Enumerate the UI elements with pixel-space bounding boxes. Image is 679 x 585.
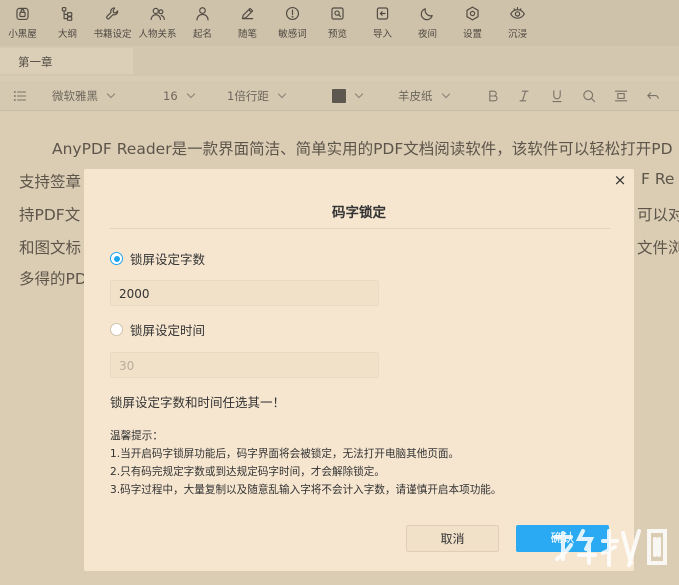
tip-item: 2.只有码完规定字数或到达规定码字时间，才会解除锁定。: [110, 466, 385, 478]
chevron-down-icon: [277, 89, 287, 99]
toolbar-item-essay[interactable]: 随笔: [225, 0, 270, 46]
toolbar-item-settings[interactable]: 设置: [450, 0, 495, 46]
radio-label: 锁屏设定时间: [130, 323, 206, 338]
doc-paragraph-line: 多得的PD: [19, 270, 87, 288]
replace-icon: [614, 90, 628, 102]
doc-paragraph-line: F Re: [641, 170, 675, 188]
toolbar-item-label: 随笔: [237, 29, 257, 40]
close-icon[interactable]: ×: [612, 172, 628, 188]
underline-button[interactable]: [549, 81, 565, 111]
text-color-select[interactable]: [332, 81, 364, 111]
line-spacing-select[interactable]: 1倍行距: [227, 81, 287, 111]
search-button[interactable]: [581, 81, 597, 111]
undo-button[interactable]: [645, 81, 661, 111]
search-icon: [583, 90, 596, 103]
bold-button[interactable]: [485, 81, 501, 111]
list-icon: [13, 91, 27, 101]
moon-icon: [420, 8, 433, 21]
tips-title: 温馨提示：: [110, 430, 163, 442]
toolbar-item-night[interactable]: 夜间: [405, 0, 450, 46]
doc-paragraph-line: AnyPDF Reader是一款界面简洁、简单实用的PDF文档阅读软件，该软件可…: [52, 140, 673, 158]
toolbar-item-label: 沉浸: [507, 29, 527, 40]
replace-button[interactable]: [613, 81, 629, 111]
word-count-input[interactable]: 2000: [110, 280, 379, 306]
doc-paragraph-line: 文件浏览: [637, 239, 679, 257]
tip-item: 3.码字过程中，大量复制以及随意乱输入字将不会计入字数，请谨慎开启本项功能。: [110, 484, 502, 496]
import-icon: [376, 7, 389, 20]
color-swatch: [332, 89, 346, 103]
pencil-icon: [241, 7, 254, 20]
tips-block: 温馨提示： 1.当开启码字锁屏功能后，码字界面将会被锁定，无法打开电脑其他页面。…: [110, 427, 501, 499]
format-bar: 微软雅黑 16 1倍行距 羊皮纸: [0, 81, 679, 111]
paper-value: 羊皮纸: [398, 89, 433, 103]
doc-paragraph-line: 和图文标: [19, 239, 82, 257]
choose-one-hint: 锁屏设定字数和时间任选其一！: [110, 395, 286, 410]
main-toolbar: 小黑屋 大纲 书籍设定 人物关系 起名 随笔 敏感词 预览 导入 夜间 设置 沉…: [0, 0, 679, 46]
toolbar-item-label: 书籍设定: [93, 29, 132, 40]
doc-paragraph-line: 支持签章: [19, 173, 82, 191]
chapter-tab[interactable]: 第一章: [0, 48, 133, 74]
time-input[interactable]: 30: [110, 352, 379, 378]
dialog-title: 码字锁定: [332, 205, 386, 221]
line-spacing-value: 1倍行距: [227, 89, 269, 103]
cancel-button[interactable]: 取消: [406, 525, 499, 552]
paper-select[interactable]: 羊皮纸: [398, 81, 450, 111]
toolbar-item-label: 预览: [327, 29, 347, 40]
alert-icon: [285, 6, 300, 21]
font-size-value: 16: [163, 89, 178, 103]
toolbar-item-naming[interactable]: 起名: [180, 0, 225, 46]
toolbar-item-label: 设置: [462, 29, 482, 40]
undo-icon: [647, 92, 659, 99]
outline-icon: [61, 6, 73, 21]
chevron-down-icon: [106, 89, 116, 99]
font-size-select[interactable]: 16: [163, 81, 195, 111]
toolbar-item-relations[interactable]: 人物关系: [135, 0, 180, 46]
radio-checked-icon[interactable]: [110, 252, 123, 265]
toolbar-item-label: 导入: [372, 29, 392, 40]
toolbar-item-label: 小黑屋: [8, 29, 37, 40]
font-family-select[interactable]: 微软雅黑: [52, 81, 116, 111]
settings-icon: [466, 6, 479, 21]
chevron-down-icon: [354, 89, 364, 99]
preview-icon: [331, 7, 344, 20]
people-icon: [150, 7, 165, 21]
radio-label: 锁屏设定字数: [130, 252, 206, 267]
toolbar-item-immersive[interactable]: 沉浸: [495, 0, 540, 46]
doc-paragraph-line: 可以对F: [637, 206, 679, 224]
toolbar-item-outline[interactable]: 大纲: [45, 0, 90, 46]
wrench-icon: [106, 7, 119, 20]
eye-icon: [510, 6, 525, 19]
italic-button[interactable]: [516, 81, 532, 111]
lock-icon: [16, 7, 29, 21]
toolbar-item-book-settings[interactable]: 书籍设定: [90, 0, 135, 46]
font-family-value: 微软雅黑: [52, 89, 98, 103]
italic-icon: [519, 90, 529, 102]
radio-lock-by-words[interactable]: 锁屏设定字数: [110, 249, 205, 268]
toolbar-item-label: 大纲: [57, 29, 77, 40]
list-button[interactable]: [12, 81, 28, 111]
chevron-down-icon: [441, 89, 450, 99]
toolbar-item-sensitive[interactable]: 敏感词: [270, 0, 315, 46]
toolbar-item-blackroom[interactable]: 小黑屋: [0, 0, 45, 46]
person-icon: [196, 7, 209, 21]
toolbar-item-preview[interactable]: 预览: [315, 0, 360, 46]
dialog-divider: [110, 228, 610, 229]
toolbar-item-label: 夜间: [417, 29, 437, 40]
radio-lock-by-time[interactable]: 锁屏设定时间: [110, 320, 205, 339]
toolbar-item-import[interactable]: 导入: [360, 0, 405, 46]
tip-item: 1.当开启码字锁屏功能后，码字界面将会被锁定，无法打开电脑其他页面。: [110, 448, 460, 460]
bold-icon: [489, 90, 498, 102]
toolbar-item-label: 敏感词: [278, 29, 307, 40]
chevron-down-icon: [186, 89, 195, 99]
watermark-logo: [553, 529, 667, 567]
typing-lock-dialog: × 码字锁定 锁屏设定字数 2000 锁屏设定时间 30 锁屏设定字数和时间任选…: [84, 169, 634, 571]
chapter-tab-strip: 第一章: [0, 46, 679, 76]
toolbar-item-label: 起名: [192, 29, 212, 40]
toolbar-item-label: 人物关系: [138, 29, 177, 40]
doc-paragraph-line: 持PDF文: [19, 206, 81, 224]
radio-unchecked-icon[interactable]: [110, 323, 123, 336]
underline-icon: [552, 90, 562, 103]
